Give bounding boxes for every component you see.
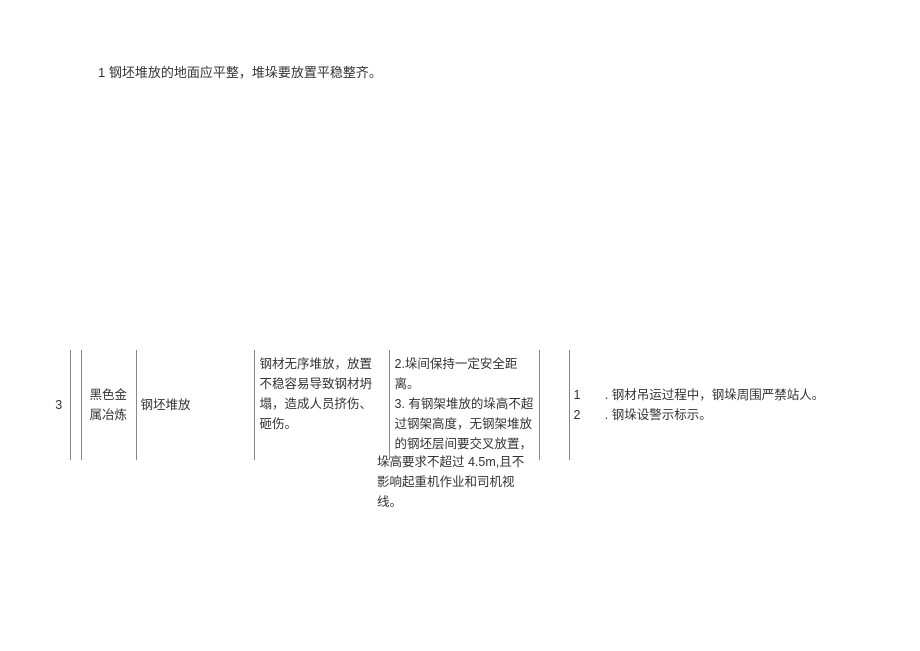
cell-measure1: 2.垛间保持一定安全距离。 3. 有钢架堆放的垛高不超过钢架高度，无钢架堆放的钢… bbox=[389, 350, 539, 460]
m2-n2: 2 bbox=[574, 405, 581, 425]
table-row: 3 黑色金属冶炼 钢坯堆放 钢材无序堆放，放置不稳容易导致钢材坍塌，造成人员挤伤… bbox=[48, 350, 873, 460]
cell-measure2: 1 . 钢材吊运过程中，钢垛周围严禁站人。 2 . 钢垛设警示标示。 bbox=[569, 350, 873, 460]
cell-risk: 钢材无序堆放，放置不稳容易导致钢材坍塌，造成人员挤伤、砸伤。 bbox=[254, 350, 389, 460]
intro-text: 1 钢坯堆放的地面应平整，堆垛要放置平稳整齐。 bbox=[98, 62, 382, 81]
m2-t2: . 钢垛设警示标示。 bbox=[605, 408, 712, 422]
safety-table: 3 黑色金属冶炼 钢坯堆放 钢材无序堆放，放置不稳容易导致钢材坍塌，造成人员挤伤… bbox=[48, 350, 873, 460]
cell-num: 3 bbox=[48, 350, 70, 460]
extra-paragraph: 垛高要求不超过 4.5m,且不影响起重机作业和司机视线。 bbox=[377, 452, 532, 512]
cell-gap bbox=[539, 350, 569, 460]
m2-t1: . 钢材吊运过程中，钢垛周围严禁站人。 bbox=[605, 388, 824, 402]
cell-item: 钢坯堆放 bbox=[136, 350, 254, 460]
m2-n1: 1 bbox=[574, 385, 581, 405]
cell-category: 黑色金属冶炼 bbox=[81, 350, 136, 460]
cell-spacer bbox=[70, 350, 81, 460]
